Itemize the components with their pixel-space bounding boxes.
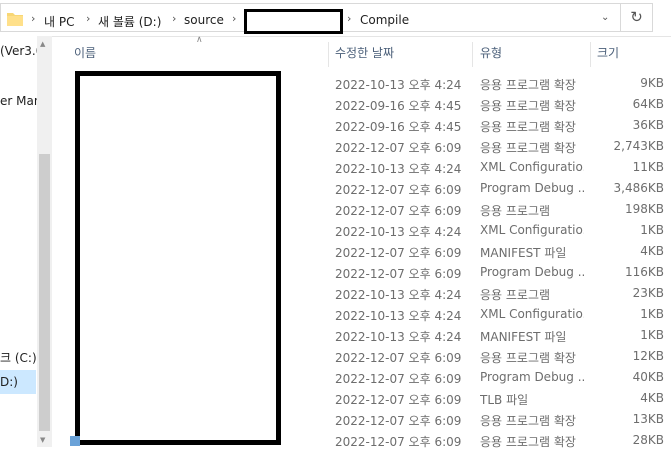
redacted-crumb xyxy=(244,9,343,34)
column-name[interactable]: 이름 xyxy=(74,44,96,61)
row-type: 응용 프로그램 확장 xyxy=(480,141,576,155)
row-size: 198KB xyxy=(624,202,664,216)
chevron-right-icon[interactable]: › xyxy=(172,12,176,25)
row-date: 2022-10-13 오후 4:24 xyxy=(335,330,462,344)
row-type: Program Debug ... xyxy=(480,370,584,384)
row-size: 2,743KB xyxy=(613,139,664,153)
row-size: 11KB xyxy=(632,160,664,174)
row-size: 1KB xyxy=(640,307,664,321)
column-divider[interactable] xyxy=(328,42,329,67)
row-type: 응용 프로그램 xyxy=(480,288,551,302)
row-type: 응용 프로그램 확장 xyxy=(480,414,576,428)
row-size: 9KB xyxy=(640,76,664,90)
row-size: 13KB xyxy=(632,412,664,426)
row-type: 응용 프로그램 xyxy=(480,204,551,218)
chevron-down-icon[interactable]: ⌄ xyxy=(601,12,609,23)
chevron-right-icon[interactable]: › xyxy=(31,12,35,25)
row-size: 116KB xyxy=(624,265,664,279)
nav-item[interactable]: er Man xyxy=(0,94,41,108)
row-size: 4KB xyxy=(640,244,664,258)
redacted-filenames xyxy=(75,71,281,445)
row-date: 2022-12-07 오후 6:09 xyxy=(335,372,462,386)
row-type: 응용 프로그램 확장 xyxy=(480,351,576,365)
crumb-volume-d[interactable]: 새 볼륨 (D:) xyxy=(98,13,161,30)
file-icon xyxy=(70,436,80,446)
address-bar: › 내 PC › 새 볼륨 (D:) › source › › Compile … xyxy=(0,0,671,37)
row-size: 23KB xyxy=(632,286,664,300)
row-date: 2022-12-07 오후 6:09 xyxy=(335,351,462,365)
row-type: 응용 프로그램 확장 xyxy=(480,435,576,449)
row-type: 응용 프로그램 확장 xyxy=(480,99,576,113)
row-date: 2022-12-07 오후 6:09 xyxy=(335,204,462,218)
column-type[interactable]: 유형 xyxy=(480,44,502,61)
row-date: 2022-10-13 오후 4:24 xyxy=(335,162,462,176)
row-date: 2022-10-13 오후 4:24 xyxy=(335,309,462,323)
row-date: 2022-10-13 오후 4:24 xyxy=(335,225,462,239)
row-type: MANIFEST 파일 xyxy=(480,330,567,344)
column-size[interactable]: 크기 xyxy=(597,44,619,61)
row-size: 64KB xyxy=(632,97,664,111)
chevron-right-icon[interactable]: › xyxy=(347,12,351,25)
row-date: 2022-09-16 오후 4:45 xyxy=(335,99,462,113)
sort-up-icon: ∧ xyxy=(196,35,203,45)
row-size: 12KB xyxy=(632,349,664,363)
row-size: 36KB xyxy=(632,118,664,132)
column-date[interactable]: 수정한 날짜 xyxy=(335,44,394,61)
row-date: 2022-12-07 오후 6:09 xyxy=(335,246,462,260)
scroll-up-icon[interactable]: ▲ xyxy=(40,40,45,48)
row-date: 2022-12-07 오후 6:09 xyxy=(335,267,462,281)
folder-icon xyxy=(7,13,23,26)
row-date: 2022-10-13 오후 4:24 xyxy=(335,78,462,92)
row-size: 3,486KB xyxy=(613,181,664,195)
scroll-down-icon[interactable]: ▼ xyxy=(40,436,45,444)
row-type: Program Debug ... xyxy=(480,181,584,195)
row-size: 4KB xyxy=(640,391,664,405)
row-type: 응용 프로그램 확장 xyxy=(480,78,576,92)
refresh-icon[interactable]: ↻ xyxy=(621,3,653,32)
row-type: Program Debug ... xyxy=(480,265,584,279)
row-size: 1KB xyxy=(640,223,664,237)
row-date: 2022-12-07 오후 6:09 xyxy=(335,393,462,407)
row-size: 28KB xyxy=(632,433,664,447)
breadcrumb[interactable]: › 내 PC › 새 볼륨 (D:) › source › › Compile … xyxy=(0,3,621,34)
row-type: XML Configuratio... xyxy=(480,307,584,321)
row-size: 1KB xyxy=(640,328,664,342)
row-type: XML Configuratio... xyxy=(480,160,584,174)
row-date: 2022-10-13 오후 4:24 xyxy=(335,288,462,302)
crumb-my-pc[interactable]: 내 PC xyxy=(44,13,74,30)
row-date: 2022-12-07 오후 6:09 xyxy=(335,141,462,155)
row-date: 2022-12-07 오후 6:09 xyxy=(335,435,462,449)
chevron-right-icon[interactable]: › xyxy=(232,12,236,25)
row-type: 응용 프로그램 확장 xyxy=(480,120,576,134)
column-header-row: ∧ 이름 수정한 날짜 유형 크기 xyxy=(52,35,671,68)
row-type: MANIFEST 파일 xyxy=(480,246,567,260)
row-date: 2022-12-07 오후 6:09 xyxy=(335,183,462,197)
nav-item-drive-d[interactable]: D:) xyxy=(0,375,18,389)
nav-item-drive-c[interactable]: 크 (C:) xyxy=(0,349,37,366)
chevron-right-icon[interactable]: › xyxy=(86,12,90,25)
row-type: TLB 파일 xyxy=(480,393,529,407)
row-date: 2022-09-16 오후 4:45 xyxy=(335,120,462,134)
row-date: 2022-12-07 오후 6:09 xyxy=(335,414,462,428)
crumb-source[interactable]: source xyxy=(184,13,224,27)
row-size: 40KB xyxy=(632,370,664,384)
row-type: XML Configuratio... xyxy=(480,223,584,237)
column-divider[interactable] xyxy=(590,42,591,67)
column-divider[interactable] xyxy=(472,42,473,67)
nav-scrollbar-thumb[interactable] xyxy=(39,154,50,431)
crumb-compile[interactable]: Compile xyxy=(360,13,409,27)
